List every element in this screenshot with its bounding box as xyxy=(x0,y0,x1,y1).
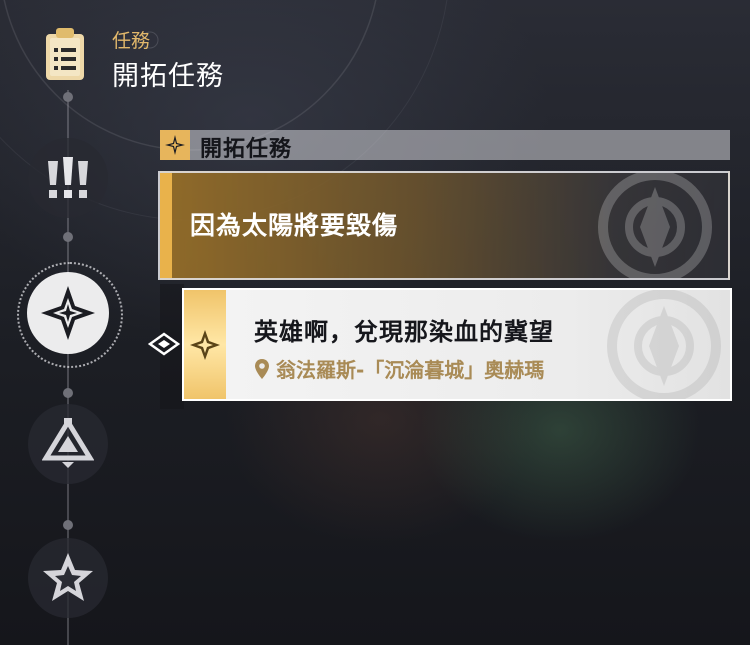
selection-pointer-icon xyxy=(148,332,180,356)
compass-star-icon xyxy=(41,286,95,340)
quest-location: 翁法羅斯-「沉淪暮城」奧赫瑪 xyxy=(254,354,544,383)
rail-dot xyxy=(63,92,73,102)
location-pin-icon xyxy=(255,358,269,379)
quest-title: 英雄啊，兌現那染血的冀望 xyxy=(254,318,554,346)
quest-type-strip xyxy=(184,290,226,399)
category-adventure-button[interactable] xyxy=(28,538,108,618)
clipboard-icon xyxy=(44,26,88,82)
quest-emblem-icon xyxy=(598,173,712,278)
rail-dot xyxy=(63,388,73,398)
compass-star-icon xyxy=(190,329,220,360)
section-title: 開拓任務 xyxy=(200,137,293,162)
category-trailblaze-button[interactable] xyxy=(27,272,109,354)
header-sub-label: 任務 xyxy=(112,30,151,52)
quest-accent-bar xyxy=(160,173,172,278)
triangle-emblem-icon xyxy=(42,418,94,468)
category-companion-button[interactable] xyxy=(28,404,108,484)
rail-dot xyxy=(63,232,73,242)
section-badge-icon xyxy=(160,130,190,160)
rail-dot xyxy=(63,520,73,530)
quest-emblem-icon xyxy=(607,290,721,399)
exclamation-icon xyxy=(48,157,88,198)
quest-card[interactable]: 因為太陽將要毀傷 xyxy=(158,171,730,280)
quest-title: 因為太陽將要毀傷 xyxy=(190,211,399,240)
category-important-button[interactable] xyxy=(28,138,108,218)
page-title: 開拓任務 xyxy=(112,61,224,92)
quest-card-selected[interactable]: 英雄啊，兌現那染血的冀望 翁法羅斯-「沉淪暮城」奧赫瑪 xyxy=(182,288,732,401)
star-icon xyxy=(43,553,93,601)
quest-location-text: 翁法羅斯-「沉淪暮城」奧赫瑪 xyxy=(276,358,545,382)
